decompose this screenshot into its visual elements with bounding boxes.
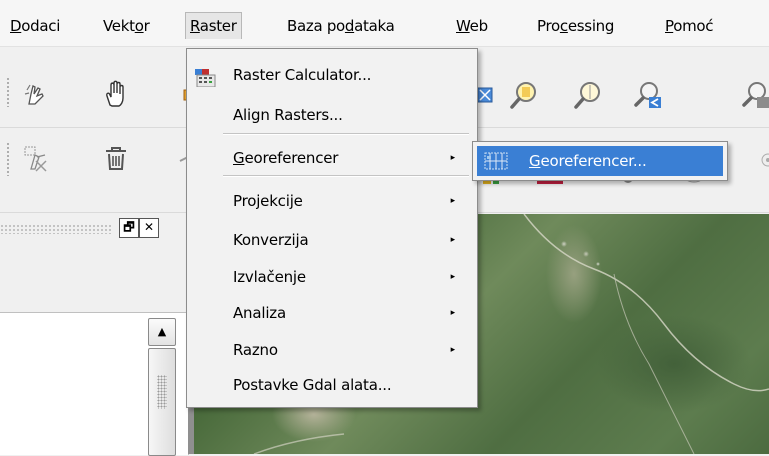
float-panel-button[interactable]: 🗗 (119, 218, 139, 238)
menu-vektor[interactable]: Vektor (103, 14, 150, 38)
toolbar-grip[interactable] (6, 142, 10, 176)
zoom-last-icon[interactable] (628, 75, 668, 115)
raster-calculator-icon (195, 66, 217, 88)
float-window-icon: 🗗 (123, 220, 135, 234)
touch-zoom-icon[interactable] (16, 75, 56, 115)
submenu-arrow-icon: ▸ (450, 153, 456, 163)
close-icon: ✕ (143, 220, 155, 234)
menu-item-label: Raster Calculator... (233, 66, 372, 84)
menu-raster[interactable]: Raster (185, 12, 242, 39)
close-panel-button[interactable]: ✕ (139, 218, 159, 238)
menu-item-label: Izvlačenje (233, 268, 306, 286)
scrollbar-grip (157, 375, 167, 409)
menu-item-label: Align Rasters... (233, 106, 343, 124)
menu-item-label: Projekcije (233, 192, 303, 210)
menu-item-label: Georeferencer (233, 149, 339, 167)
menu-separator (223, 175, 469, 177)
menu-item-izvlacenje[interactable]: Izvlačenje ▸ (187, 261, 477, 293)
toolbar-grip[interactable] (6, 77, 10, 107)
zoom-to-native-resolution-icon[interactable] (568, 75, 608, 115)
menu-item-align-rasters[interactable]: Align Rasters... (187, 99, 477, 131)
menu-processing[interactable]: Processing (537, 14, 614, 38)
menu-item-razno[interactable]: Razno ▸ (187, 334, 477, 366)
pan-hand-icon[interactable] (96, 75, 136, 115)
submenu-arrow-icon: ▸ (450, 345, 456, 355)
submenu-arrow-icon: ▸ (450, 196, 456, 206)
menu-item-raster-calculator[interactable]: Raster Calculator... (187, 59, 477, 91)
menu-item-label: Analiza (233, 304, 286, 322)
menu-item-georeferencer[interactable]: Georeferencer ▸ (187, 142, 477, 174)
menu-item-analiza[interactable]: Analiza ▸ (187, 297, 477, 329)
scrollbar-thumb[interactable] (148, 348, 176, 456)
layers-panel: 🗗 ✕ ▲ (0, 214, 189, 456)
menu-bar: Dodaci Vektor Raster Baza podataka Web P… (0, 0, 769, 47)
menu-item-postavke-gdal-alata[interactable]: Postavke Gdal alata... (187, 369, 477, 401)
menu-web[interactable]: Web (456, 14, 488, 38)
submenu-arrow-icon: ▸ (450, 308, 456, 318)
raster-menu: Raster Calculator... Align Rasters... Ge… (186, 48, 478, 408)
zoom-to-layer-icon[interactable] (504, 75, 544, 115)
submenu-arrow-icon: ▸ (450, 272, 456, 282)
menu-item-konverzija[interactable]: Konverzija ▸ (187, 224, 477, 256)
menu-item-projekcije[interactable]: Projekcije ▸ (187, 185, 477, 217)
submenu-arrow-icon: ▸ (450, 235, 456, 245)
triangle-up-icon: ▲ (157, 325, 167, 338)
menu-item-label: Konverzija (233, 231, 309, 249)
menu-item-label: Georeferencer... (529, 152, 647, 170)
delete-trash-icon[interactable] (96, 138, 136, 178)
submenu-item-georeferencer[interactable]: Georeferencer... (477, 146, 723, 176)
scroll-up-button[interactable]: ▲ (148, 318, 176, 346)
menu-baza-podataka[interactable]: Baza podataka (287, 14, 395, 38)
menu-pomoc[interactable]: Pomoć (665, 14, 714, 38)
deselect-features-icon[interactable] (16, 138, 56, 178)
georeferencer-icon (483, 151, 508, 170)
zoom-next-icon[interactable] (736, 75, 769, 115)
menu-separator (223, 133, 469, 135)
menu-dodaci[interactable]: Dodaci (10, 14, 60, 38)
georeferencer-submenu: Georeferencer... (472, 141, 728, 181)
menu-item-label: Postavke Gdal alata... (233, 376, 392, 394)
panel-title-bar[interactable] (0, 224, 112, 234)
menu-item-label: Razno (233, 341, 278, 359)
measure-icon[interactable] (744, 138, 769, 178)
